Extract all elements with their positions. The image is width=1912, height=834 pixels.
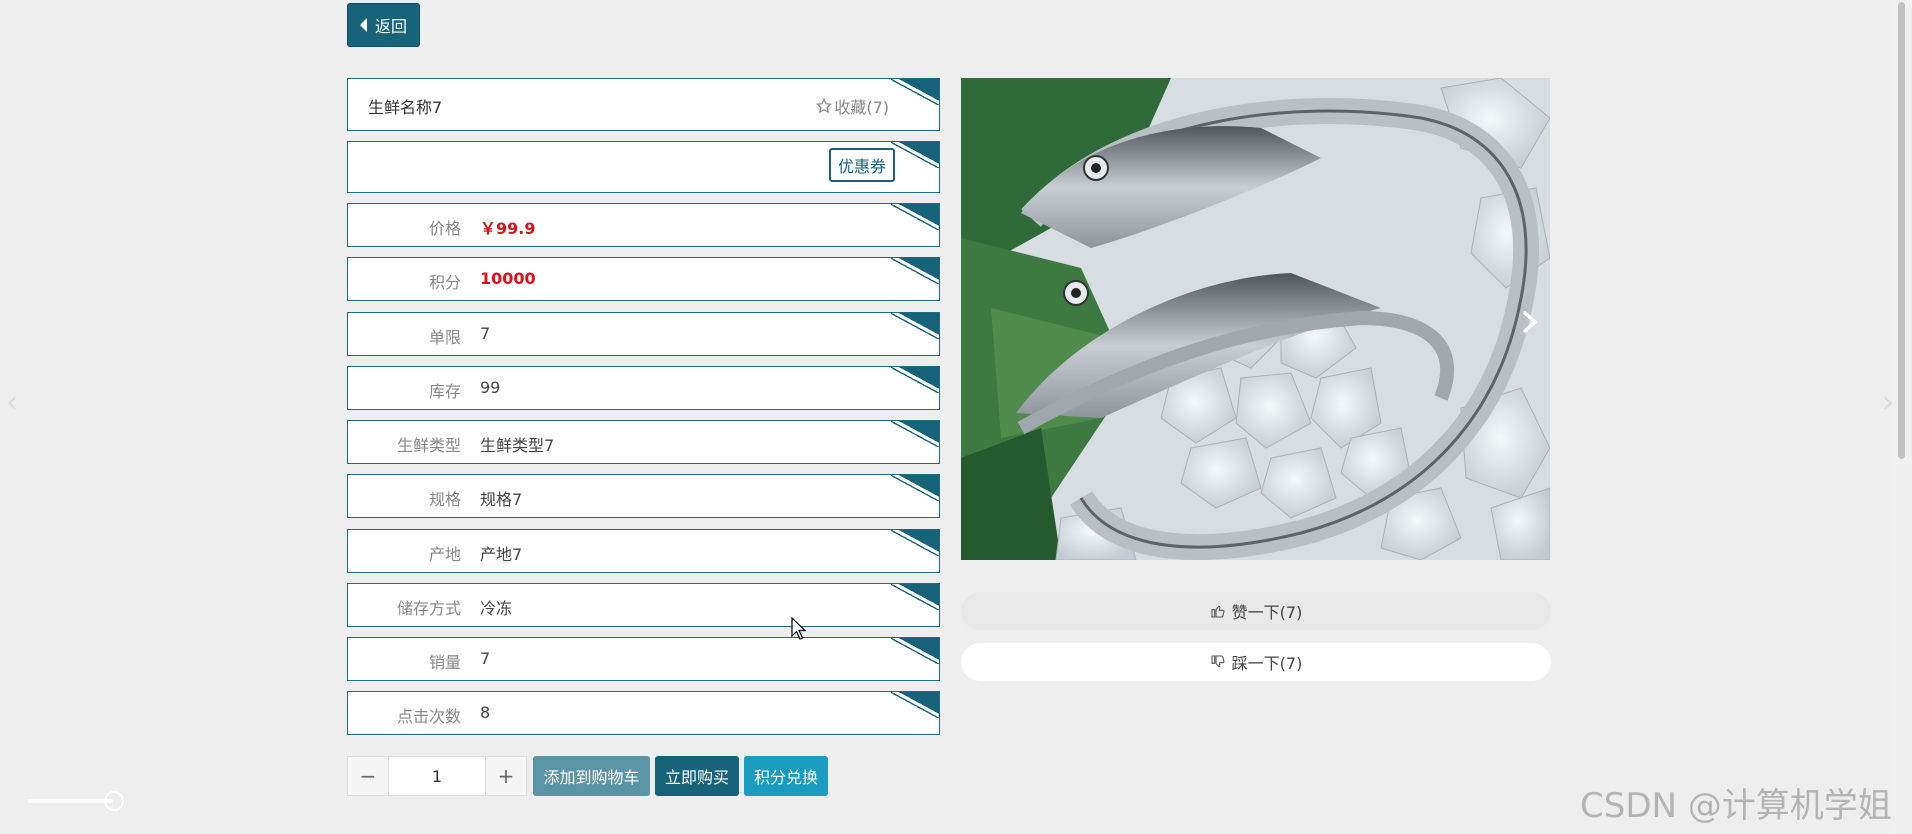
product-title-row: 生鲜名称7 收藏(7) [347,78,940,131]
carousel-prev-icon[interactable]: ‹ [6,385,18,420]
corner-ribbon [891,258,939,284]
dislike-label: 踩一下(7) [1231,654,1303,673]
buy-now-button[interactable]: 立即购买 [655,756,739,796]
field-value: 规格7 [480,490,523,509]
watermark: CSDN @计算机学姐 [1580,786,1892,826]
corner-ribbon [891,530,939,556]
field-label: 规格 [428,490,461,509]
caret-left-icon [359,18,367,32]
corner-ribbon [891,475,939,501]
field-row-points: 积分 10000 [347,257,940,301]
field-row-origin: 产地 产地7 [347,529,940,573]
field-row-limit: 单限 7 [347,312,940,356]
field-value: 7 [480,649,491,668]
quantity-input[interactable]: 1 [388,757,486,795]
field-label: 点击次数 [396,707,461,726]
favorite-button[interactable]: 收藏(7) [816,94,889,118]
field-row-storage: 储存方式 冷冻 [347,583,940,627]
slider-knob[interactable] [104,791,124,811]
field-row-type: 生鲜类型 生鲜类型7 [347,420,940,464]
corner-ribbon [891,204,939,230]
field-label: 库存 [428,382,461,401]
thumbs-up-icon [1211,605,1225,618]
field-row-spec: 规格 规格7 [347,474,940,518]
slider-track[interactable] [28,799,113,803]
field-label: 产地 [428,545,461,564]
scrollbar-thumb[interactable] [1898,2,1905,459]
field-row-sales: 销量 7 [347,637,940,681]
corner-ribbon [891,421,939,447]
corner-ribbon [891,638,939,664]
favorite-label: 收藏(7) [834,98,889,117]
field-value: 8 [480,703,491,722]
field-row-price: 价格 ￥99.9 [347,203,940,247]
points-value: 10000 [480,269,536,288]
field-label: 单限 [428,328,461,347]
coupon-row: 优惠券 [347,141,940,193]
product-image [961,78,1550,560]
field-label: 储存方式 [396,599,461,618]
corner-ribbon [891,584,939,610]
field-value: 生鲜类型7 [480,436,555,455]
field-label: 价格 [428,219,461,238]
corner-ribbon [891,313,939,339]
like-button[interactable]: 赞一下(7) [961,592,1551,630]
fish-illustration [961,78,1550,560]
back-button-label: 返回 [374,17,407,36]
corner-ribbon [891,692,939,718]
corner-ribbon [891,79,939,105]
dislike-button[interactable]: 踩一下(7) [961,643,1551,681]
cursor-icon [791,617,807,640]
corner-ribbon [891,142,939,168]
field-value: 冷冻 [480,599,513,618]
product-name: 生鲜名称7 [368,98,443,117]
quantity-stepper: − 1 + [347,756,527,796]
field-label: 生鲜类型 [396,436,461,455]
field-value: 7 [480,324,491,343]
field-label: 销量 [428,653,461,672]
scrollbar[interactable] [1892,0,1912,834]
field-label: 积分 [428,273,461,292]
field-row-clicks: 点击次数 8 [347,691,940,735]
add-to-cart-button[interactable]: 添加到购物车 [533,756,650,796]
points-exchange-button[interactable]: 积分兑换 [744,756,828,796]
corner-ribbon [891,367,939,393]
back-button[interactable]: 返回 [347,3,420,47]
coupon-button[interactable]: 优惠券 [829,148,895,182]
like-label: 赞一下(7) [1231,603,1303,622]
price-value: ￥99.9 [480,219,536,238]
plus-button[interactable]: + [486,757,526,795]
chevron-right-icon[interactable] [1520,310,1540,334]
field-value: 99 [480,378,501,397]
star-icon [816,98,833,114]
field-row-stock: 库存 99 [347,366,940,410]
field-value: 产地7 [480,545,523,564]
minus-button[interactable]: − [348,757,388,795]
thumbs-down-icon [1211,655,1225,668]
